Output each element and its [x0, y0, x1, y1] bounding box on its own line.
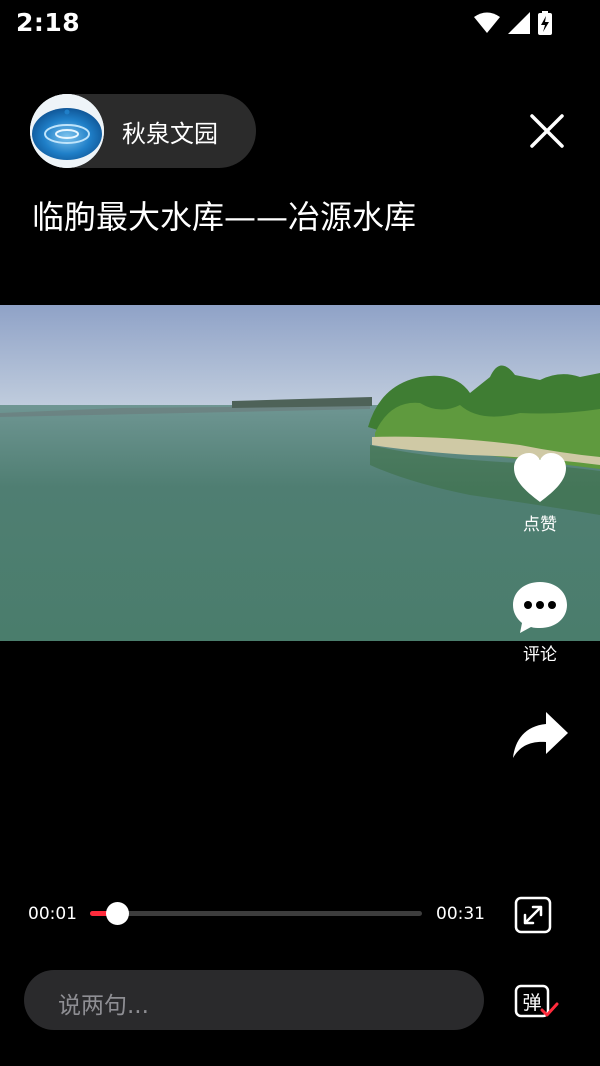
fullscreen-button[interactable]: [514, 896, 552, 934]
cellular-signal-icon: [508, 12, 530, 34]
wifi-icon: [474, 12, 500, 33]
current-time: 00:01: [28, 904, 77, 924]
total-time: 00:31: [436, 904, 485, 924]
status-bar: 2:18: [0, 0, 600, 46]
video-title: 临朐最大水库——冶源水库: [32, 198, 417, 236]
like-label: 点赞: [523, 515, 557, 535]
author-chip[interactable]: 秋泉文园: [30, 94, 256, 168]
status-time: 2:18: [16, 8, 81, 37]
svg-text:弹: 弹: [522, 992, 541, 1014]
water-drop-avatar-icon: [30, 94, 104, 168]
comment-input[interactable]: 说两句...: [24, 970, 484, 1030]
like-button[interactable]: 点赞: [506, 452, 574, 535]
expand-icon: [514, 896, 552, 934]
comment-bubble-icon: [513, 582, 567, 633]
comment-placeholder: 说两句...: [58, 993, 149, 1019]
heart-icon: [514, 453, 566, 502]
progress-bar[interactable]: [90, 902, 422, 925]
comment-button[interactable]: 评论: [506, 580, 574, 665]
share-arrow-icon: [513, 712, 568, 758]
avatar[interactable]: [30, 94, 104, 168]
close-button[interactable]: [526, 110, 568, 152]
danmaku-icon: 弹: [514, 984, 559, 1018]
comment-label: 评论: [523, 645, 557, 665]
close-icon: [530, 114, 564, 148]
danmaku-toggle-button[interactable]: 弹: [514, 984, 560, 1020]
share-button[interactable]: [506, 708, 574, 766]
battery-charging-icon: [538, 11, 552, 35]
progress-thumb[interactable]: [105, 902, 129, 925]
status-icons: [474, 10, 552, 36]
author-name[interactable]: 秋泉文园: [122, 114, 218, 149]
